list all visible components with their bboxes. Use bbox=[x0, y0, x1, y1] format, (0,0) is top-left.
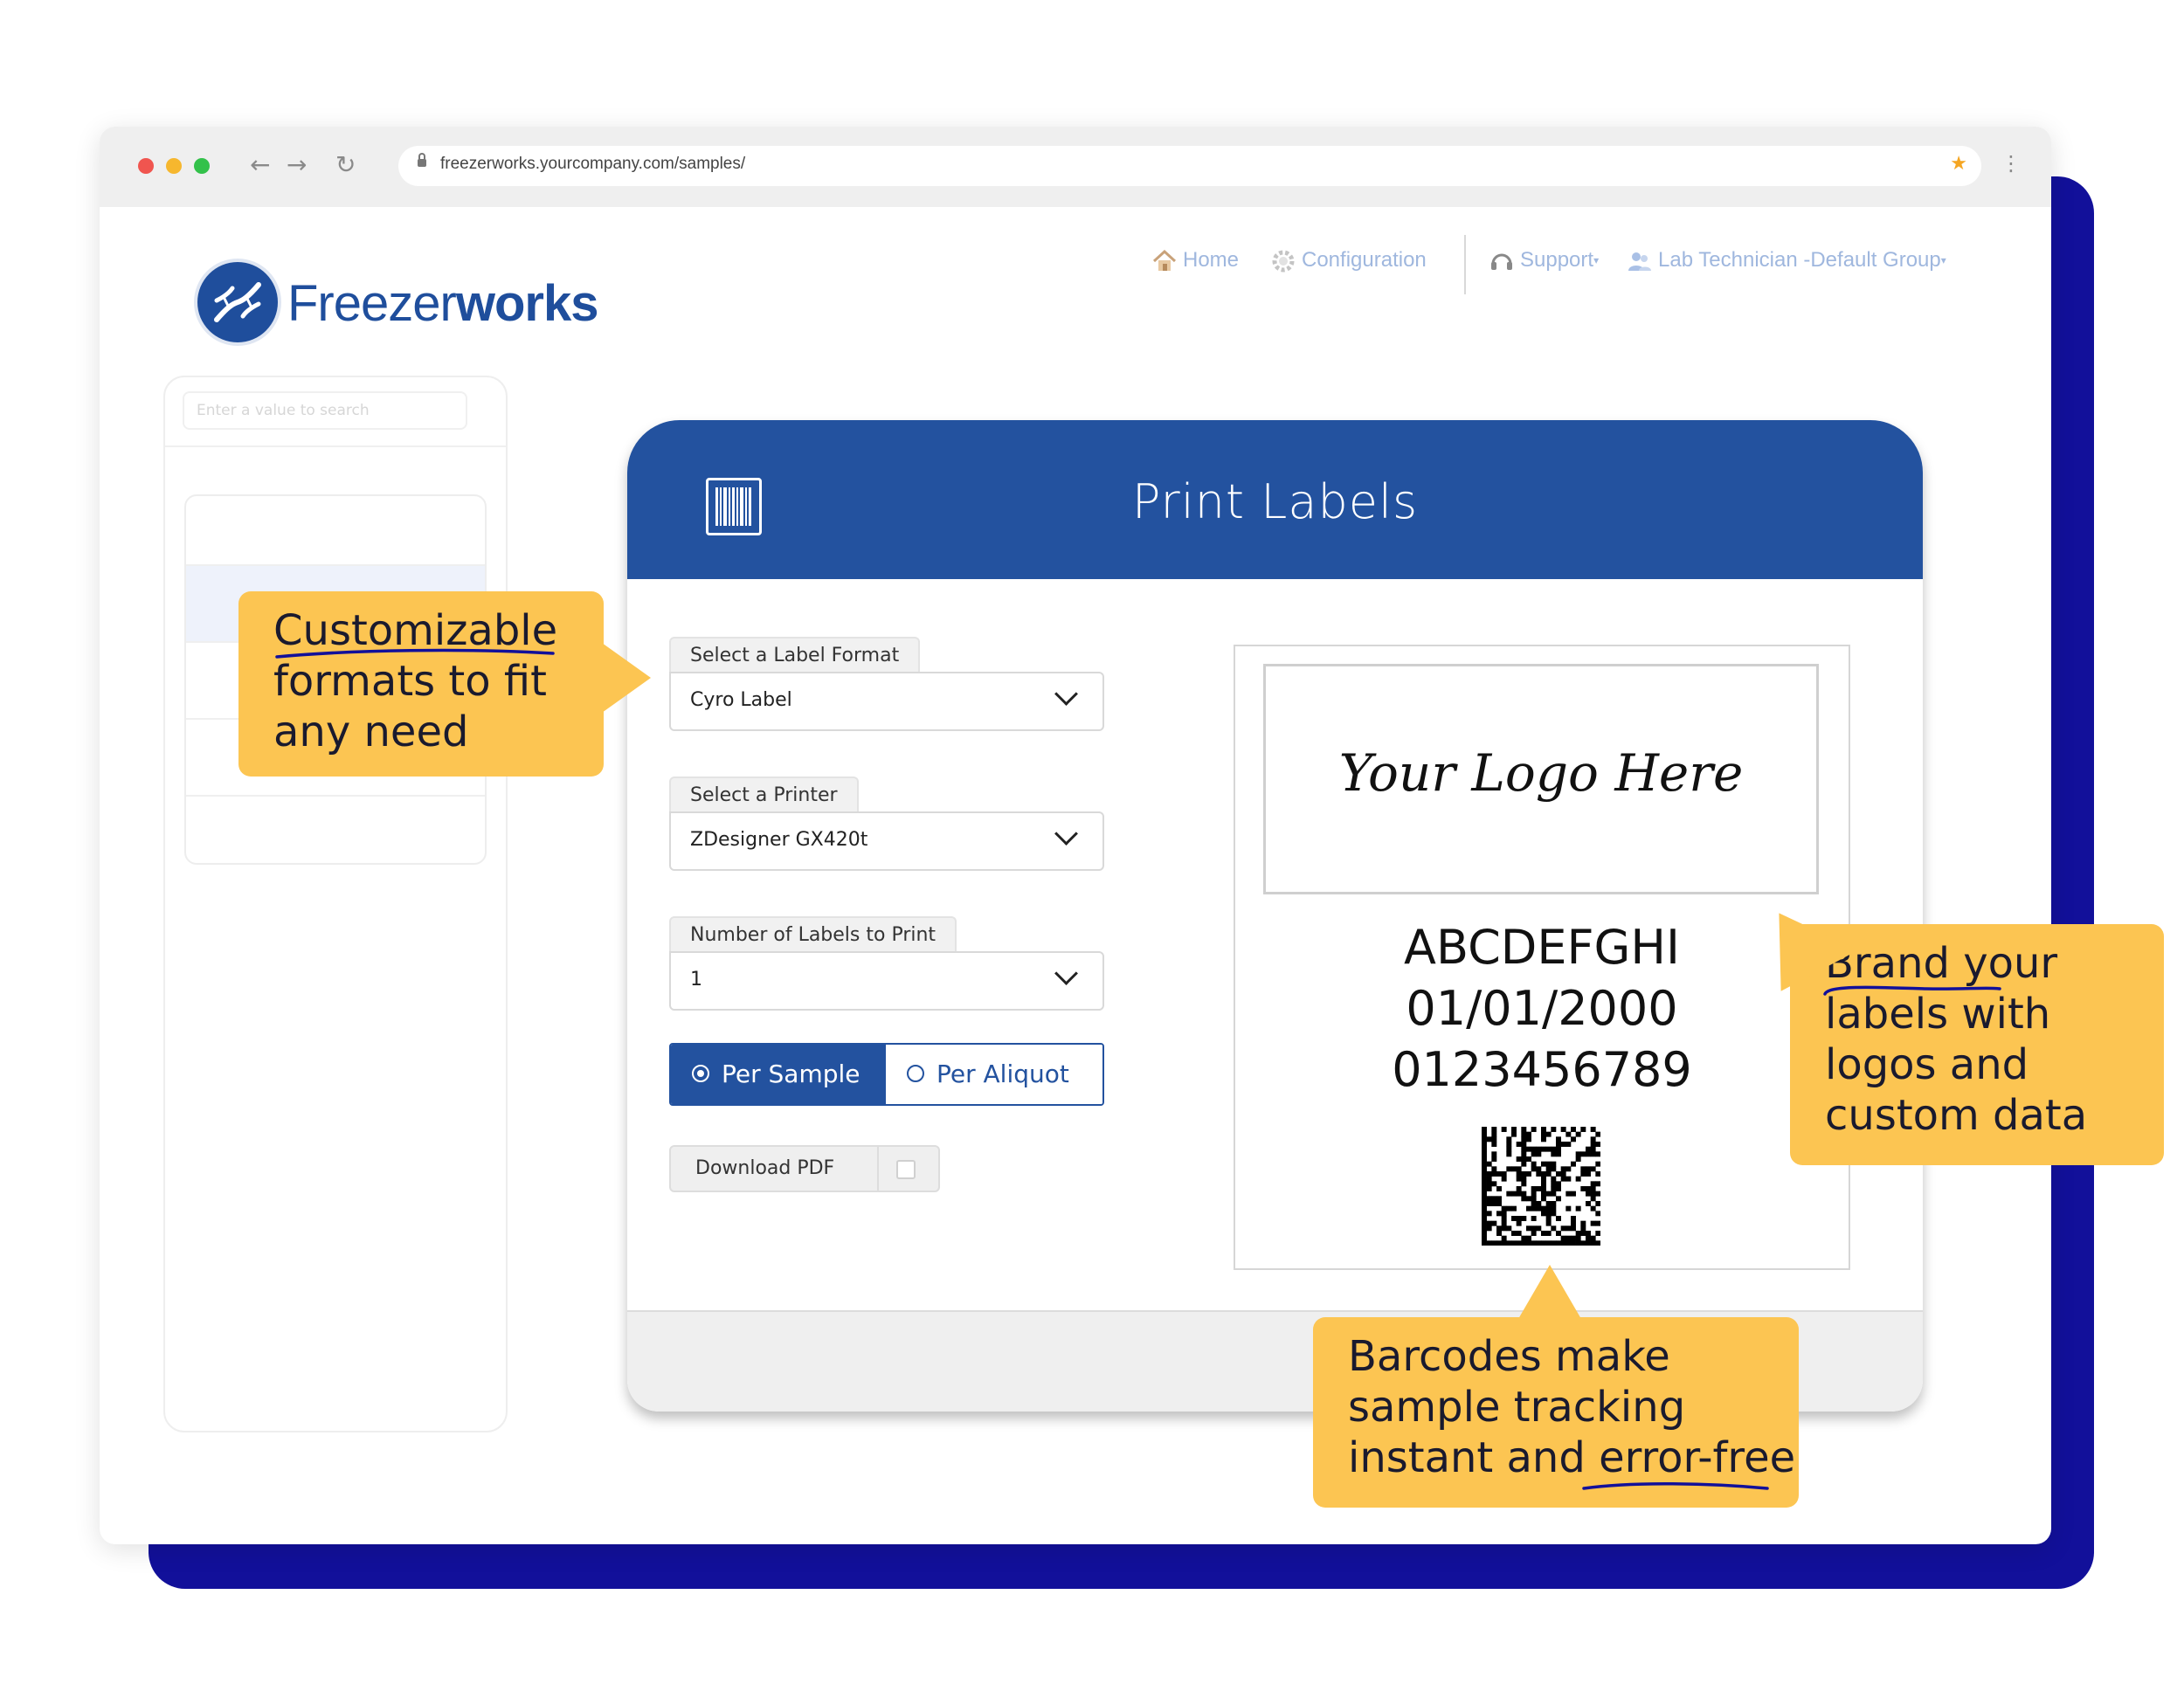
nav-support[interactable]: Support▾ bbox=[1489, 247, 1599, 274]
sidebar-search-input[interactable]: Enter a value to search bbox=[183, 391, 467, 430]
per-aliquot-option[interactable]: Per Aliquot bbox=[886, 1045, 1102, 1104]
radio-unselected-icon bbox=[907, 1065, 924, 1082]
browser-toolbar: ← → ↻ freezerworks.yourcompany.com/sampl… bbox=[100, 127, 2051, 207]
brand-name: Freezerworks bbox=[287, 274, 598, 333]
underline-stroke bbox=[275, 648, 555, 659]
callout-barcodes-text: Barcodes make sample tracking instant an… bbox=[1348, 1332, 1796, 1482]
label-line-3: 0123456789 bbox=[1392, 1042, 1692, 1097]
nav-user[interactable]: Lab Technician -Default Group▾ bbox=[1627, 247, 1946, 274]
per-sample-label: Per Sample bbox=[722, 1060, 860, 1088]
brand-name-bold: works bbox=[455, 275, 599, 332]
download-pdf-divider bbox=[877, 1147, 879, 1191]
user-caret-icon: ▾ bbox=[1940, 254, 1946, 266]
nav-support-label: Support bbox=[1520, 248, 1594, 272]
logo-placeholder-box: Your Logo Here bbox=[1263, 664, 1819, 894]
download-pdf-label: Download PDF bbox=[695, 1157, 835, 1179]
sidebar-divider bbox=[165, 445, 506, 447]
nav-divider bbox=[1464, 235, 1466, 294]
callout-formats-text: Customizable formats to fit any need bbox=[273, 606, 558, 756]
printer-select[interactable]: ZDesigner GX420t bbox=[669, 811, 1104, 871]
address-url: freezerworks.yourcompany.com/samples/ bbox=[440, 155, 746, 173]
support-caret-icon: ▾ bbox=[1593, 254, 1600, 266]
download-pdf-checkbox[interactable] bbox=[896, 1160, 916, 1179]
datamatrix-barcode bbox=[1482, 1127, 1600, 1246]
print-labels-panel: Print Labels Select a Label Format Cyro … bbox=[627, 420, 1923, 1412]
user-group-icon bbox=[1628, 252, 1651, 271]
callout-formats-pointer bbox=[602, 643, 651, 713]
back-arrow-icon[interactable]: ← bbox=[250, 149, 270, 181]
maximize-window-button[interactable] bbox=[194, 158, 210, 174]
printer-value: ZDesigner GX420t bbox=[690, 829, 868, 851]
callout-branding: Brand your labels with logos and custom … bbox=[1790, 924, 2164, 1165]
nav-home[interactable]: Home bbox=[1151, 247, 1239, 274]
close-window-button[interactable] bbox=[138, 158, 154, 174]
lock-icon bbox=[418, 153, 426, 167]
radio-selected-icon bbox=[692, 1065, 709, 1082]
label-count-value: 1 bbox=[690, 969, 702, 991]
print-mode-toggle: Per Sample Per Aliquot bbox=[669, 1043, 1104, 1106]
brand-name-light: Freezer bbox=[287, 275, 457, 332]
gear-icon bbox=[1272, 250, 1295, 273]
label-count-label: Number of Labels to Print bbox=[669, 916, 957, 953]
panel-header: Print Labels bbox=[627, 420, 1923, 579]
nav-configuration[interactable]: Configuration bbox=[1270, 247, 1427, 274]
logo-mark-icon bbox=[197, 262, 278, 342]
bookmark-star-icon[interactable]: ★ bbox=[1950, 153, 1967, 175]
sidebar-search-placeholder: Enter a value to search bbox=[197, 402, 370, 419]
per-aliquot-label: Per Aliquot bbox=[936, 1060, 1069, 1088]
browser-menu-icon[interactable]: ⋮ bbox=[2001, 153, 2022, 174]
nav-configuration-label: Configuration bbox=[1302, 248, 1427, 272]
headset-icon bbox=[1491, 253, 1512, 270]
callout-barcodes: Barcodes make sample tracking instant an… bbox=[1313, 1317, 1799, 1508]
label-format-select[interactable]: Cyro Label bbox=[669, 672, 1104, 731]
chevron-down-icon bbox=[1054, 682, 1078, 706]
minimize-window-button[interactable] bbox=[166, 158, 182, 174]
label-line-2: 01/01/2000 bbox=[1406, 981, 1678, 1036]
panel-title: Print Labels bbox=[1131, 474, 1419, 529]
home-icon bbox=[1152, 249, 1177, 271]
callout-formats: Customizable formats to fit any need bbox=[238, 591, 604, 777]
reload-icon[interactable]: ↻ bbox=[335, 149, 356, 181]
nav-home-label: Home bbox=[1183, 248, 1240, 272]
chevron-down-icon bbox=[1054, 822, 1078, 846]
callout-barcodes-pointer bbox=[1518, 1265, 1581, 1319]
forward-arrow-icon[interactable]: → bbox=[287, 149, 307, 181]
sidebar: Enter a value to search bbox=[163, 376, 508, 1432]
underline-stroke bbox=[1582, 1481, 1769, 1490]
nav-user-label: Lab Technician -Default Group bbox=[1658, 248, 1941, 272]
callout-branding-text: Brand your labels with logos and custom … bbox=[1825, 939, 2088, 1140]
label-format-label: Select a Label Format bbox=[669, 637, 921, 673]
label-count-select[interactable]: 1 bbox=[669, 951, 1104, 1011]
label-format-value: Cyro Label bbox=[690, 689, 792, 711]
download-pdf-control: Download PDF bbox=[669, 1145, 940, 1192]
printer-label: Select a Printer bbox=[669, 777, 859, 813]
underline-stroke bbox=[1823, 985, 2001, 996]
logo-placeholder-text: Your Logo Here bbox=[1338, 743, 1744, 803]
per-sample-option[interactable]: Per Sample bbox=[671, 1045, 886, 1104]
list-item[interactable] bbox=[186, 795, 485, 863]
address-bar[interactable]: freezerworks.yourcompany.com/samples/ ★ bbox=[398, 146, 1981, 186]
chevron-down-icon bbox=[1054, 962, 1078, 985]
label-preview: Your Logo Here ABCDEFGHI 01/01/2000 0123… bbox=[1234, 645, 1850, 1270]
